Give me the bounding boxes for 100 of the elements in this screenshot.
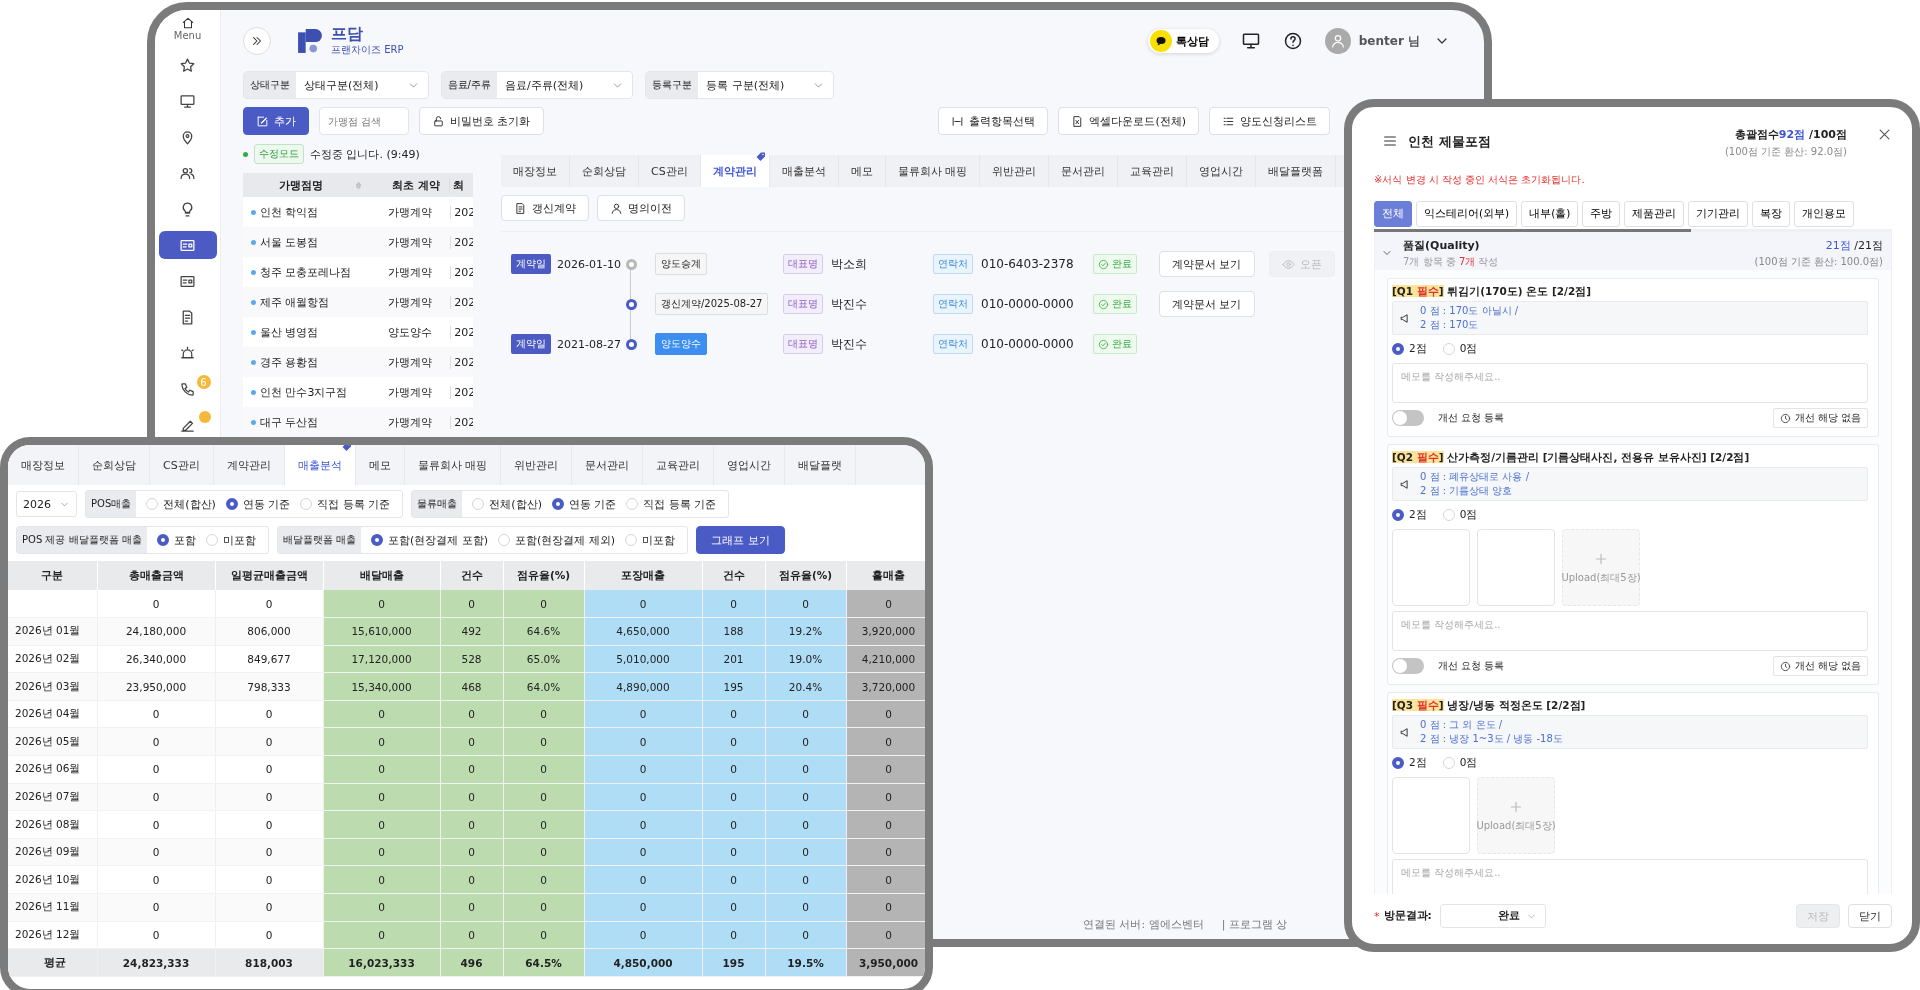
- reset-password-button[interactable]: 비밀번호 초기화: [419, 107, 544, 135]
- tab[interactable]: 제품관리: [1624, 201, 1685, 227]
- tab[interactable]: 매출분석: [284, 445, 356, 485]
- table-cell: 65.0%: [503, 645, 584, 673]
- column-header[interactable]: 일평균매출금액: [215, 561, 323, 590]
- radio-button[interactable]: [551, 498, 564, 510]
- toggle-switch[interactable]: [1392, 410, 1424, 426]
- menu-button[interactable]: [1382, 133, 1398, 149]
- radio-option[interactable]: 미포함: [625, 532, 676, 548]
- filter-select[interactable]: 등록구분 등록 구분(전체): [645, 71, 835, 99]
- radio-option[interactable]: 2점: [1392, 342, 1427, 356]
- menu-button[interactable]: Menu: [173, 16, 202, 41]
- table-cell: 0: [584, 700, 702, 728]
- radio-option[interactable]: 2점: [1392, 756, 1427, 770]
- edit-icon: [256, 114, 269, 128]
- tab[interactable]: 매장정보: [8, 445, 79, 485]
- tab[interactable]: 계약관리: [700, 155, 770, 187]
- radio-option[interactable]: 0점: [1442, 508, 1478, 522]
- column-header[interactable]: 점유율(%): [765, 561, 846, 590]
- radio-option[interactable]: 연동 기준: [225, 496, 291, 512]
- radio-option[interactable]: 직접 등록 기준: [300, 496, 391, 512]
- view-document-button[interactable]: 계약문서 보기: [1159, 251, 1255, 277]
- radio-button[interactable]: [371, 534, 383, 546]
- year-select[interactable]: 2026: [16, 491, 77, 517]
- radio-option[interactable]: 포함(현장결제 제외): [498, 532, 616, 548]
- column-header[interactable]: 구분: [8, 561, 97, 590]
- graph-button[interactable]: 그래프 보기: [696, 526, 785, 554]
- radio-button[interactable]: [1392, 343, 1404, 355]
- tab[interactable]: 익스테리어(외부): [1416, 201, 1518, 227]
- toolbar-button[interactable]: 엑셀다운로드(전체): [1058, 107, 1199, 135]
- add-button[interactable]: 추가: [243, 107, 309, 135]
- radio-option[interactable]: 직접 등록 기준: [626, 496, 717, 512]
- criteria-text: 2 점 : 170도: [1420, 318, 1480, 332]
- column-header[interactable]: 홀매출: [846, 561, 925, 590]
- row-label: 2026년 10월: [8, 865, 97, 894]
- label-tag: 연락처: [933, 294, 973, 314]
- nav-item[interactable]: [158, 231, 217, 259]
- monitor-button[interactable]: [1240, 31, 1261, 51]
- table-cell-text: 서울 도봉점: [259, 234, 320, 250]
- radio-button[interactable]: [225, 498, 238, 510]
- scrollbar-thumb[interactable]: [1374, 229, 1691, 232]
- radio-option[interactable]: 0점: [1442, 342, 1478, 356]
- tab[interactable]: 기기관리: [1688, 201, 1749, 227]
- column-header[interactable]: 최초 계약: [379, 177, 449, 193]
- radio-option[interactable]: 2점: [1392, 508, 1427, 522]
- close-button[interactable]: [1877, 127, 1892, 142]
- filter-select[interactable]: 음료/주류 음료/주류(전체): [440, 71, 634, 99]
- memo-field[interactable]: 메모를 작성해주세요..: [1392, 363, 1868, 403]
- table-cell-text: 가맹계약: [387, 234, 434, 250]
- expand-button[interactable]: [243, 27, 271, 55]
- column-header[interactable]: 건수: [702, 561, 765, 590]
- question-title: [Q3 필수] 냉장/냉동 적정온도 [2/2점]: [1392, 699, 1587, 713]
- column-header[interactable]: 최: [449, 177, 473, 193]
- column-header[interactable]: 가맹점명: [243, 177, 379, 193]
- table-cell: 24,823,333: [97, 948, 215, 977]
- memo-field[interactable]: 메모를 작성해주세요..: [1392, 611, 1868, 651]
- chat-button[interactable]: 톡상담: [1147, 29, 1219, 53]
- tab[interactable]: 주방: [1582, 201, 1621, 227]
- tab[interactable]: 복장: [1752, 201, 1791, 227]
- view-document-button[interactable]: 계약문서 보기: [1159, 291, 1255, 317]
- tag-icon: [340, 445, 353, 453]
- brand-tagline: 프랜차이즈 ERP: [331, 42, 404, 57]
- close-button[interactable]: 닫기: [1848, 904, 1892, 928]
- toolbar-button[interactable]: 양도신청리스트: [1209, 107, 1330, 135]
- radio-option[interactable]: 연동 기준: [551, 496, 617, 512]
- group-label: 물류매출: [412, 491, 463, 517]
- radio-button[interactable]: [156, 534, 169, 546]
- tab[interactable]: 전체: [1374, 201, 1412, 227]
- radio-button[interactable]: [1392, 509, 1404, 521]
- tab[interactable]: 개인용모: [1794, 201, 1855, 227]
- search-field[interactable]: 가맹점 검색: [319, 107, 409, 135]
- section-header[interactable]: 품질(Quality) 7개 항목 중 7개 작성 21점 /21점 (100점 기준 환산: 100.0점): [1375, 232, 1891, 270]
- radio-option[interactable]: 미포함: [205, 532, 256, 548]
- column-header[interactable]: 포장매출: [584, 561, 702, 590]
- table-cell: 0: [215, 783, 323, 811]
- radio-option[interactable]: 포함: [156, 532, 196, 548]
- radio-option[interactable]: 0점: [1442, 756, 1478, 770]
- result-select[interactable]: 완료: [1439, 904, 1546, 928]
- radio-option[interactable]: 전체(합산): [472, 496, 542, 512]
- bullet-dot: [251, 389, 256, 395]
- bullet-dot: [251, 329, 256, 335]
- column-header[interactable]: 배달매출: [323, 561, 440, 590]
- radio-option[interactable]: 전체(합산): [146, 496, 216, 512]
- toggle-switch[interactable]: [1392, 658, 1424, 674]
- tab[interactable]: 내부(홀): [1521, 201, 1579, 227]
- converted-score: (100점 기준 환산: 100.0점): [1754, 255, 1883, 269]
- radio-button[interactable]: [1392, 757, 1404, 769]
- radio-option[interactable]: 포함(현장결제 포함): [371, 532, 489, 548]
- action-button[interactable]: 명의이전: [597, 195, 685, 221]
- table-cell: 0: [584, 865, 702, 894]
- toolbar-button[interactable]: 출력항목선택: [938, 107, 1049, 135]
- column-header[interactable]: 점유율(%): [503, 561, 584, 590]
- memo-field[interactable]: 메모를 작성해주세요..: [1392, 859, 1868, 894]
- table-cell: 0: [215, 921, 323, 949]
- column-header[interactable]: 건수: [440, 561, 503, 590]
- table-cell: 0: [323, 921, 440, 949]
- filter-select[interactable]: 상태구분 상태구분(전체): [243, 71, 429, 99]
- action-button[interactable]: 갱신계약: [501, 195, 589, 221]
- column-header[interactable]: 총매출금액: [97, 561, 215, 590]
- help-button[interactable]: [1282, 31, 1303, 51]
